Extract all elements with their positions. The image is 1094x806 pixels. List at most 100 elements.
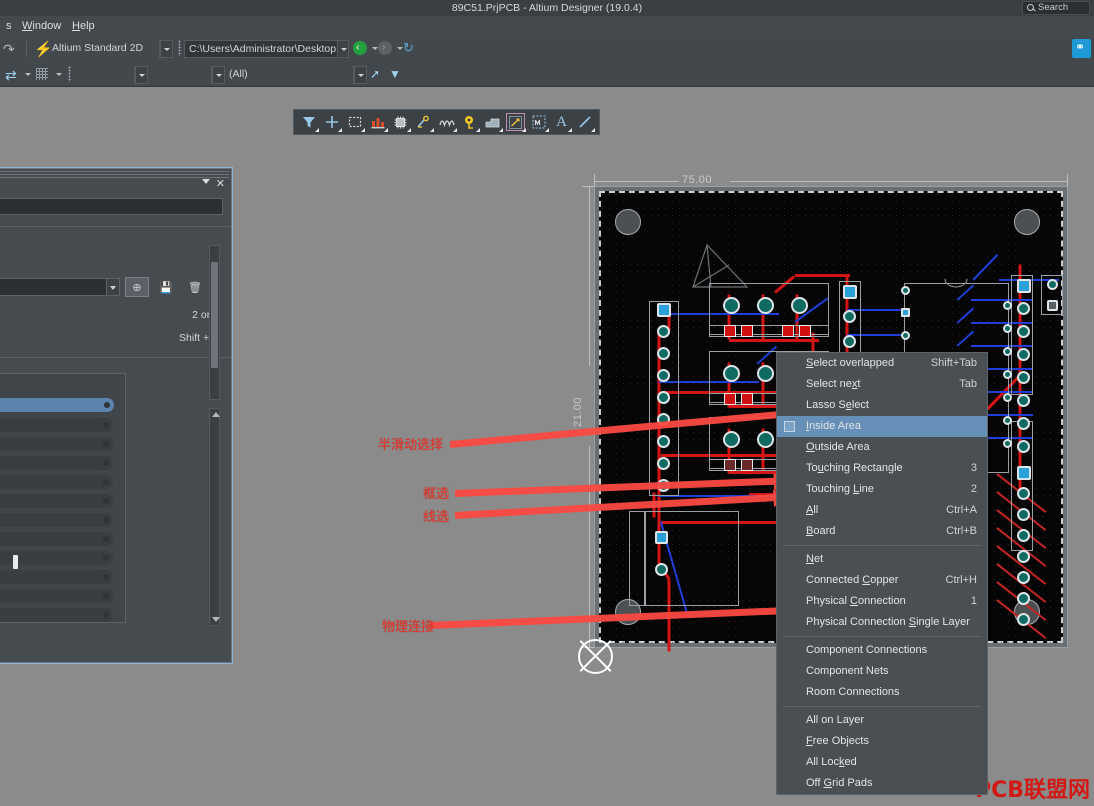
menu-item-all[interactable]: All Ctrl+A	[777, 500, 987, 521]
ic-notch-icon	[944, 279, 968, 288]
menu-item-help[interactable]: Help	[66, 18, 101, 34]
search-label: Search	[1038, 2, 1069, 13]
back-arrow-icon[interactable]: ‹	[353, 41, 367, 55]
list-item[interactable]	[0, 608, 113, 622]
chevron-down-icon[interactable]	[202, 179, 210, 184]
menu-item-touching-rectangle[interactable]: Touching Rectangle 3	[777, 458, 987, 479]
place-keepout-icon[interactable]	[527, 111, 550, 133]
dropdown-triangle-icon	[407, 128, 411, 132]
component-outline	[644, 511, 646, 606]
dropdown-triangle-icon	[361, 128, 365, 132]
search-input[interactable]: Search	[1022, 1, 1090, 15]
configuration-dropdown[interactable]	[0, 278, 120, 296]
place-line-icon[interactable]	[573, 111, 596, 133]
pad	[723, 297, 740, 314]
panel-grip[interactable]	[0, 171, 229, 179]
menu-item-off-grid-pads[interactable]: Off Grid Pads	[777, 773, 987, 794]
place-via-icon[interactable]	[412, 111, 435, 133]
place-dimension-icon[interactable]	[504, 111, 527, 133]
delete-icon[interactable]: 🗑	[183, 277, 207, 297]
smd-pad	[741, 393, 753, 405]
toolbar-grip[interactable]	[68, 66, 71, 82]
panel-search-field[interactable]	[0, 198, 223, 215]
save-icon[interactable]: 💾	[154, 277, 178, 297]
panel-scrollbar[interactable]	[209, 245, 220, 400]
menu-item-all-on-layer[interactable]: All on Layer	[777, 710, 987, 731]
filter-icon[interactable]	[297, 111, 320, 133]
list-item[interactable]	[0, 398, 114, 412]
menu-item-room-connections[interactable]: Room Connections	[777, 682, 987, 703]
smd-pad	[782, 325, 794, 337]
grid-icon[interactable]	[36, 68, 48, 80]
zoom-cursor-icon[interactable]: ➚	[370, 68, 380, 80]
net-filter-dropdown[interactable]	[353, 66, 367, 84]
pad	[657, 457, 670, 470]
layer-list[interactable]	[0, 373, 126, 623]
menu-item-window-label: indow	[32, 20, 62, 32]
scroll-down-icon[interactable]	[212, 617, 220, 622]
list-item[interactable]	[0, 589, 113, 603]
scrollbar-thumb[interactable]	[211, 262, 218, 368]
menu-item-free-objects[interactable]: Free Objects	[777, 731, 987, 752]
place-component-icon[interactable]	[366, 111, 389, 133]
place-rectangle-icon[interactable]	[343, 111, 366, 133]
altium-365-icon[interactable]: ⚭	[1072, 39, 1091, 58]
list-item[interactable]	[0, 418, 113, 432]
menu-item-touching-line[interactable]: Touching Line 2	[777, 479, 987, 500]
toolbar-grip[interactable]	[178, 40, 181, 56]
menu-item-net[interactable]: Net	[777, 549, 987, 570]
toolbar-row-primary: ↷ ⚡ Altium Standard 2D C:\Users\Administ…	[0, 36, 1094, 62]
menu-item-lasso-select[interactable]: Lasso Select	[777, 395, 987, 416]
layer-filter-dropdown[interactable]	[211, 66, 225, 84]
crosshair-place-icon[interactable]	[320, 111, 343, 133]
list-item[interactable]	[0, 494, 113, 508]
place-string-icon[interactable]: A	[550, 111, 573, 133]
clear-filter-icon[interactable]: ▼	[389, 68, 401, 80]
menu-item-board[interactable]: Board Ctrl+B	[777, 521, 987, 542]
scroll-up-icon[interactable]	[212, 412, 220, 417]
project-path-field[interactable]: C:\Users\Administrator\Desktop	[184, 40, 349, 58]
place-arc-icon[interactable]	[435, 111, 458, 133]
lightning-bolt-icon[interactable]: ⚡	[34, 40, 53, 58]
add-configuration-icon[interactable]: ⊕	[125, 277, 149, 297]
snap-grid-icon[interactable]: ⇄	[5, 68, 17, 82]
menu-item-s[interactable]: s	[0, 18, 18, 34]
menu-item-physical-connection-single-layer[interactable]: Physical Connection Single Layer	[777, 612, 987, 633]
checkbox-icon	[784, 421, 795, 432]
menu-item-all-locked[interactable]: All Locked	[777, 752, 987, 773]
trace-red	[729, 339, 819, 342]
list-item[interactable]	[0, 513, 113, 527]
menu-item-select-overlapped[interactable]: Select overlapped Shift+Tab	[777, 353, 987, 374]
layer-set-dropdown[interactable]	[134, 66, 148, 84]
dropdown-triangle-icon	[430, 128, 434, 132]
menu-item-outside-area[interactable]: Outside Area	[777, 437, 987, 458]
place-pad-icon[interactable]	[458, 111, 481, 133]
menu-item-component-nets[interactable]: Component Nets	[777, 661, 987, 682]
menu-item-window[interactable]: Window	[16, 18, 67, 34]
close-icon[interactable]: ✕	[216, 177, 225, 190]
menu-item-component-connections[interactable]: Component Connections	[777, 640, 987, 661]
view-config-dropdown[interactable]	[159, 40, 173, 58]
transparency-slider-handle[interactable]	[13, 555, 18, 569]
refresh-icon[interactable]: ↻	[403, 40, 414, 58]
list-scrollbar[interactable]	[209, 408, 220, 626]
pad	[1017, 417, 1030, 430]
place-ic-icon[interactable]	[389, 111, 412, 133]
menu-item-select-next[interactable]: Select next Tab	[777, 374, 987, 395]
menu-item-inside-area[interactable]: Inside Area	[777, 416, 987, 437]
list-item[interactable]	[0, 437, 113, 451]
forward-arrow-icon[interactable]: ›	[378, 41, 392, 55]
redo-icon[interactable]: ↷	[3, 41, 15, 59]
place-polygon-icon[interactable]	[481, 111, 504, 133]
menu-item-physical-connection[interactable]: Physical Connection 1	[777, 591, 987, 612]
mounting-hole	[615, 209, 641, 235]
list-item[interactable]	[0, 570, 113, 584]
list-item[interactable]	[0, 532, 113, 546]
grid-dropdown-caret[interactable]	[56, 73, 62, 76]
list-item[interactable]	[0, 475, 113, 489]
snap-dropdown-caret[interactable]	[25, 73, 31, 76]
pad	[657, 325, 670, 338]
list-item[interactable]	[0, 456, 113, 470]
menu-item-connected-copper[interactable]: Connected Copper Ctrl+H	[777, 570, 987, 591]
project-path-value: C:\Users\Administrator\Desktop	[189, 43, 337, 55]
